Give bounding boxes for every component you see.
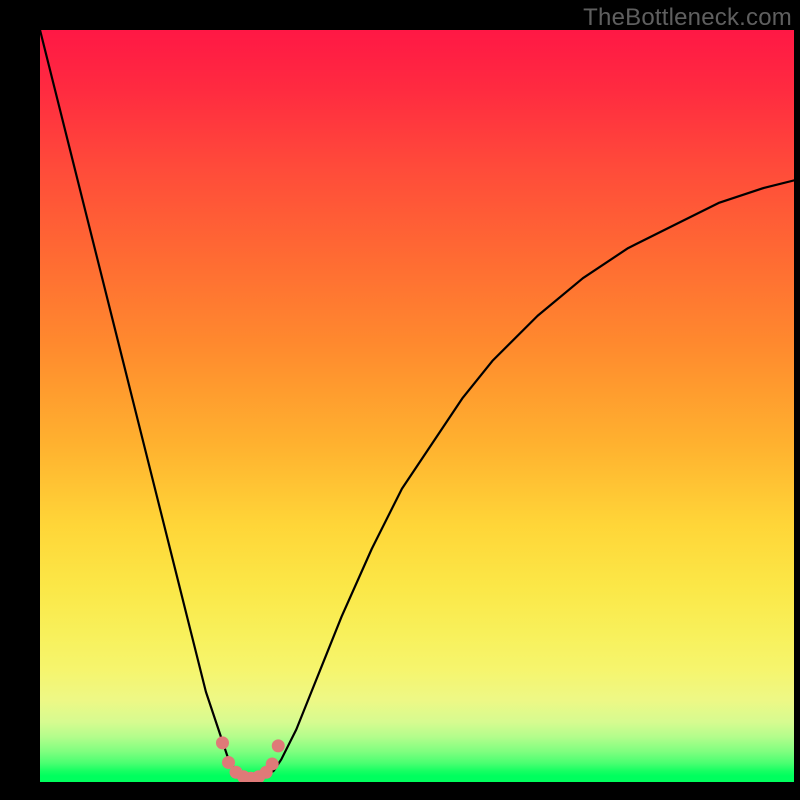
marker-point bbox=[272, 739, 285, 752]
chart-frame: TheBottleneck.com bbox=[0, 0, 800, 800]
marker-point bbox=[216, 736, 229, 749]
watermark-text: TheBottleneck.com bbox=[583, 4, 792, 32]
curve-svg bbox=[40, 30, 794, 782]
marker-point bbox=[266, 757, 279, 770]
bottleneck-curve bbox=[40, 30, 794, 778]
marker-group bbox=[216, 736, 285, 782]
plot-area bbox=[40, 30, 794, 782]
